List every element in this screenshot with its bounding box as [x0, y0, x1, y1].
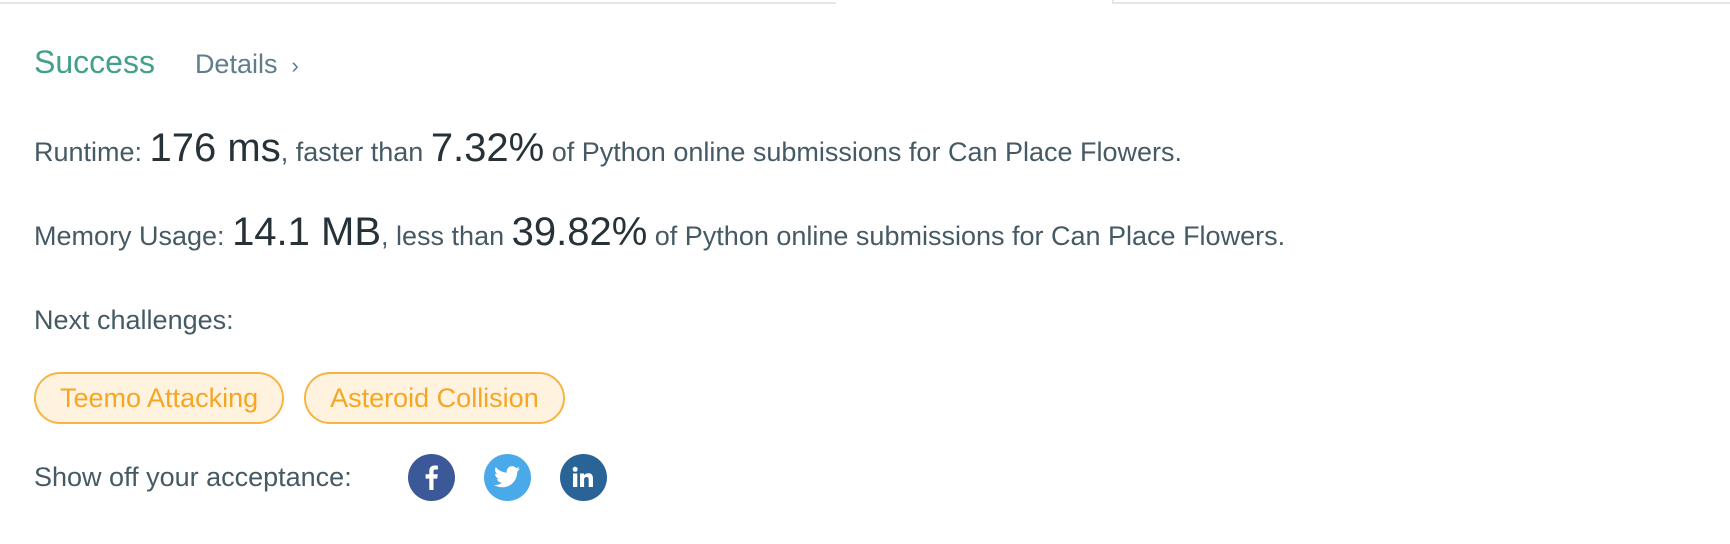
- linkedin-share-button[interactable]: [559, 453, 607, 501]
- tab-divider-right: [1112, 0, 1730, 4]
- memory-stat: Memory Usage: 14.1 MB, less than 39.82% …: [34, 210, 1285, 255]
- challenge-chip-teemo-attacking[interactable]: Teemo Attacking: [34, 372, 285, 424]
- challenge-chip-asteroid-collision[interactable]: Asteroid Collision: [304, 372, 565, 424]
- chevron-right-icon: ›: [291, 53, 299, 78]
- submission-status-header: Success Details ›: [34, 44, 299, 94]
- memory-percent: 39.82%: [511, 210, 648, 254]
- share-label: Show off your acceptance:: [34, 461, 352, 492]
- details-label: Details: [194, 49, 278, 79]
- runtime-label: Runtime:: [34, 137, 150, 167]
- linkedin-icon: [572, 466, 594, 487]
- runtime-middle-text: , faster than: [280, 137, 431, 167]
- next-challenges-label: Next challenges:: [34, 305, 234, 335]
- tab-bar-border: [0, 0, 1730, 4]
- facebook-icon: [425, 465, 439, 490]
- tab-divider-left: [0, 0, 836, 4]
- memory-value: 14.1 MB: [232, 210, 382, 254]
- memory-label: Memory Usage:: [34, 221, 233, 251]
- memory-middle-text: , less than: [381, 221, 512, 251]
- memory-suffix: of Python online submissions for Can Pla…: [647, 221, 1286, 251]
- share-row: Show off your acceptance:: [34, 452, 636, 502]
- runtime-value: 176 ms: [149, 126, 281, 170]
- details-link[interactable]: Details ›: [195, 49, 299, 80]
- runtime-percent: 7.32%: [430, 126, 545, 170]
- twitter-share-button[interactable]: [483, 453, 531, 501]
- runtime-stat: Runtime: 176 ms, faster than 7.32% of Py…: [34, 126, 1182, 171]
- runtime-suffix: of Python online submissions for Can Pla…: [544, 137, 1183, 167]
- facebook-share-button[interactable]: [407, 453, 455, 501]
- next-challenges-list: Teemo Attacking Asteroid Collision: [34, 372, 565, 424]
- status-success-title: Success: [34, 44, 155, 80]
- twitter-icon: [494, 466, 521, 488]
